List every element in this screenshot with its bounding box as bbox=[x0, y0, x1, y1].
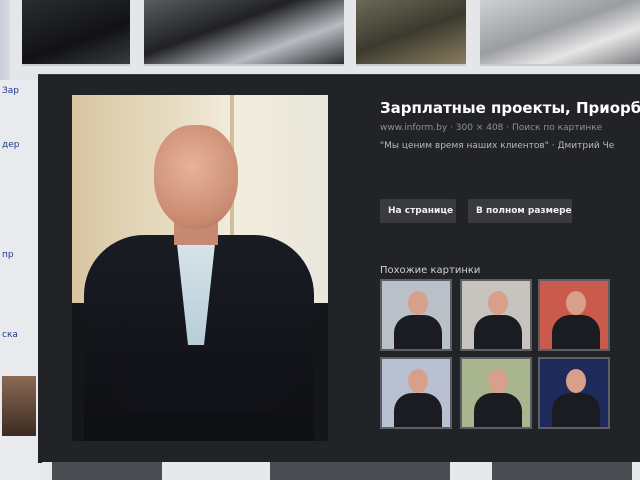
photo-detail bbox=[552, 393, 600, 427]
photo-detail bbox=[552, 315, 600, 349]
photo-detail bbox=[394, 315, 442, 349]
photo-detail bbox=[408, 291, 428, 315]
photo-detail bbox=[408, 369, 428, 393]
result-thumbnail[interactable] bbox=[480, 0, 640, 66]
photo-detail bbox=[488, 291, 508, 315]
photo-detail bbox=[112, 353, 292, 413]
photo-detail bbox=[566, 369, 586, 393]
similar-image[interactable] bbox=[538, 279, 610, 351]
photo-detail bbox=[474, 393, 522, 427]
sidebar-image[interactable] bbox=[2, 376, 36, 436]
sidebar-text[interactable]: Зар bbox=[2, 86, 19, 96]
result-thumbnail[interactable] bbox=[22, 0, 130, 66]
similar-images-grid bbox=[380, 279, 640, 429]
screen: Зар дер пр ска Зарплатные проекты, Приор… bbox=[0, 0, 640, 480]
result-thumbnail[interactable] bbox=[52, 462, 162, 480]
result-thumbnail[interactable] bbox=[356, 0, 466, 66]
preview-quote: "Мы ценим время наших клиентов" · Дмитри… bbox=[380, 141, 615, 151]
similar-image[interactable] bbox=[460, 357, 532, 429]
preview-image[interactable] bbox=[72, 95, 328, 441]
result-thumbnail[interactable] bbox=[270, 462, 450, 480]
similar-image[interactable] bbox=[380, 357, 452, 429]
photo-detail bbox=[566, 291, 586, 315]
open-page-button[interactable]: На странице bbox=[380, 199, 456, 223]
sidebar-text[interactable]: пр bbox=[2, 250, 14, 260]
similar-images-label: Похожие картинки bbox=[380, 265, 481, 276]
image-preview-panel: Зарплатные проекты, Приорб www.inform.by… bbox=[38, 74, 640, 463]
result-thumbnail[interactable] bbox=[144, 0, 344, 66]
similar-image[interactable] bbox=[460, 279, 532, 351]
preview-title[interactable]: Зарплатные проекты, Приорб bbox=[380, 99, 640, 121]
photo-detail bbox=[488, 369, 508, 393]
full-size-button[interactable]: В полном размере bbox=[468, 199, 572, 223]
preview-meta[interactable]: www.inform.by · 300 × 408 · Поиск по кар… bbox=[380, 123, 640, 133]
photo-detail bbox=[154, 125, 238, 229]
sidebar-text[interactable]: дер bbox=[2, 140, 19, 150]
similar-image[interactable] bbox=[380, 279, 452, 351]
image-results-strip bbox=[10, 0, 640, 80]
result-thumbnail[interactable] bbox=[492, 462, 632, 480]
sidebar-text[interactable]: ска bbox=[2, 330, 18, 340]
photo-detail bbox=[394, 393, 442, 427]
left-sidebar: Зар дер пр ска bbox=[0, 80, 43, 480]
similar-image[interactable] bbox=[538, 357, 610, 429]
photo-detail bbox=[474, 315, 522, 349]
bottom-results-strip bbox=[42, 462, 640, 480]
